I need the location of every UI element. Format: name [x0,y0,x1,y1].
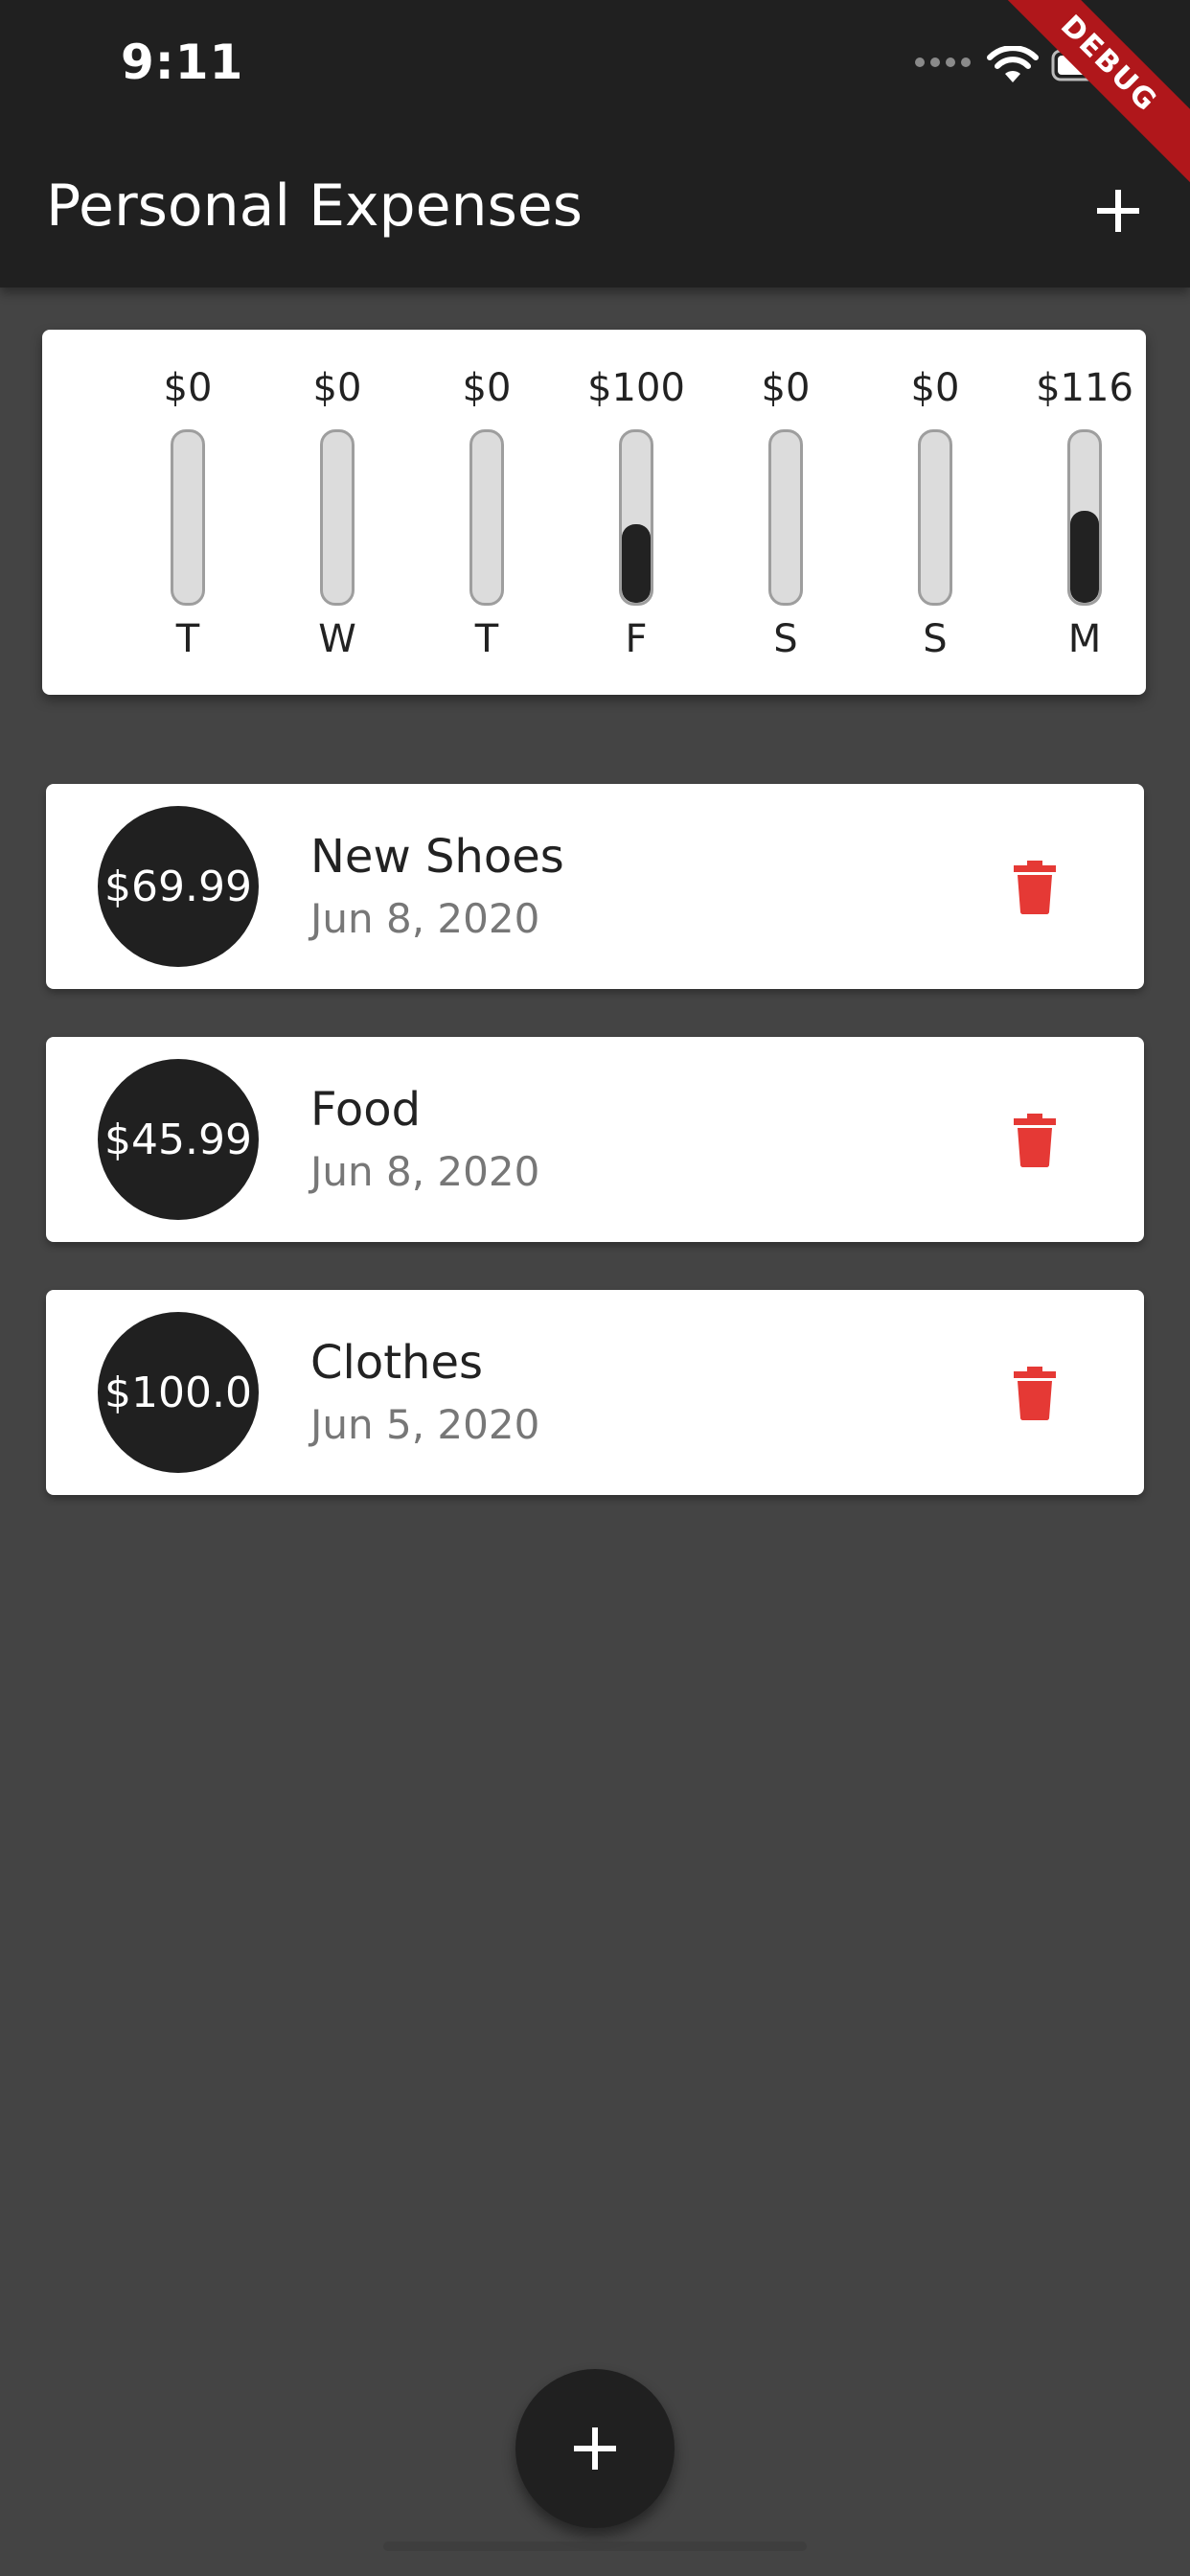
bar-day-label: S [773,617,798,661]
chart-bar: $0 T [420,330,554,695]
app-bar: 9:11 DEBUG Personal Expenses [0,0,1190,288]
trash-icon [1014,1114,1056,1167]
transaction-item: $69.99 New Shoes Jun 8, 2020 [46,784,1144,989]
bar-day-label: T [175,617,200,661]
signal-icon [915,58,971,67]
bar-day-label: M [1067,617,1102,661]
transaction-title: Food [310,1083,422,1137]
transaction-title: New Shoes [310,830,564,884]
trash-icon [1014,861,1056,914]
transaction-date: Jun 5, 2020 [310,1401,540,1448]
bar-track [469,429,504,606]
delete-button[interactable] [1006,1112,1064,1169]
chart-bar: $0 W [270,330,404,695]
amount-avatar: $45.99 [98,1059,259,1220]
bar-amount-label: $116 [1036,366,1133,410]
bar-amount-label: $0 [462,366,512,410]
bar-amount-label: $0 [312,366,362,410]
bar-track [768,429,803,606]
bar-day-label: W [318,617,356,661]
bar-track [918,429,952,606]
wifi-icon [987,46,1039,82]
bar-amount-label: $0 [163,366,213,410]
bar-amount-label: $100 [587,366,685,410]
amount-avatar: $100.0 [98,1312,259,1473]
bar-track [619,429,653,606]
bar-track [171,429,205,606]
transaction-item: $45.99 Food Jun 8, 2020 [46,1037,1144,1242]
plus-icon [574,2427,616,2470]
bar-fill [1070,511,1099,603]
amount-avatar: $69.99 [98,806,259,967]
transaction-date: Jun 8, 2020 [310,895,540,942]
bar-track [320,429,355,606]
chart-bar: $0 T [121,330,255,695]
chart-bar: $100 F [569,330,703,695]
delete-button[interactable] [1006,1365,1064,1422]
bar-day-label: T [474,617,499,661]
add-transaction-fab[interactable] [515,2369,675,2528]
transaction-date: Jun 8, 2020 [310,1148,540,1195]
chart-bar: $0 S [868,330,1002,695]
chart-bar: $0 S [719,330,853,695]
bar-day-label: F [625,617,648,661]
bar-track [1067,429,1102,606]
home-indicator [383,2542,807,2551]
bar-fill [622,523,651,603]
weekly-chart: $0 T $0 W $0 T $100 F $0 S $0 S $116 M [42,330,1146,695]
transaction-item: $100.0 Clothes Jun 5, 2020 [46,1290,1144,1495]
weekly-chart-card: $0 T $0 W $0 T $100 F $0 S $0 S $116 M [42,330,1146,695]
chart-bar: $116 M [1018,330,1152,695]
debug-banner: DEBUG [974,0,1190,198]
page-title: Personal Expenses [46,172,584,240]
status-time: 9:11 [121,34,244,90]
trash-icon [1014,1367,1056,1420]
transaction-title: Clothes [310,1336,483,1390]
bar-amount-label: $0 [910,366,960,410]
plus-icon [1097,190,1139,232]
add-transaction-button[interactable] [1085,177,1152,244]
bar-amount-label: $0 [761,366,811,410]
bar-day-label: S [923,617,948,661]
delete-button[interactable] [1006,859,1064,916]
